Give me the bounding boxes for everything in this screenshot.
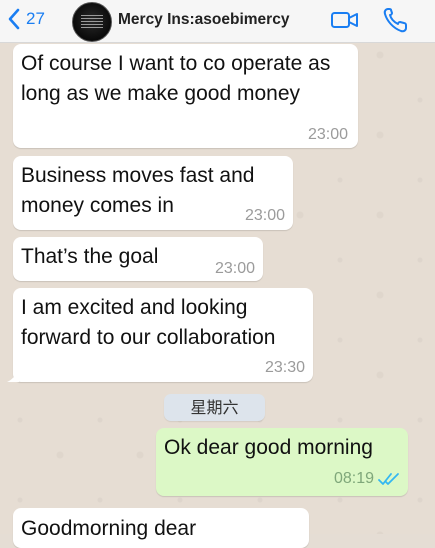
avatar[interactable] (72, 2, 112, 42)
message-bubble[interactable]: Business moves fast and money comes in 2… (13, 156, 293, 230)
message-time: 23:00 (214, 260, 255, 277)
message-text: Of course I want to co operate as long a… (21, 52, 331, 105)
message-bubble[interactable]: Of course I want to co operate as long a… (13, 44, 358, 148)
date-separator: 星期六 (164, 394, 265, 421)
back-button[interactable]: 27 (6, 7, 45, 31)
unread-count: 27 (26, 9, 45, 28)
message-text: Goodmorning dear (21, 517, 197, 540)
video-camera-icon[interactable] (330, 9, 360, 31)
message-bubble[interactable]: I am excited and looking forward to our … (7, 288, 313, 382)
message-time: 23:00 (244, 207, 285, 224)
message-text: Ok dear good morning (164, 436, 373, 459)
message-text: I am excited and looking forward to our … (21, 296, 276, 349)
chevron-left-icon (8, 8, 20, 30)
message-bubble[interactable]: That’s the goal 23:00 (13, 237, 263, 281)
message-time: 23:00 (307, 126, 348, 143)
contact-name[interactable]: Mercy Ins:asoebimercy (118, 11, 289, 29)
double-check-icon (378, 473, 399, 485)
message-time: 08:19 (333, 470, 374, 487)
message-bubble[interactable]: Goodmorning dear (13, 508, 309, 548)
message-bubble[interactable]: Ok dear good morning 08:19 (156, 428, 408, 496)
message-time: 23:30 (264, 359, 305, 376)
chat-header: 27 Mercy Ins:asoebimercy (0, 0, 435, 43)
phone-icon[interactable] (382, 6, 408, 34)
bubble-tail (7, 370, 19, 382)
